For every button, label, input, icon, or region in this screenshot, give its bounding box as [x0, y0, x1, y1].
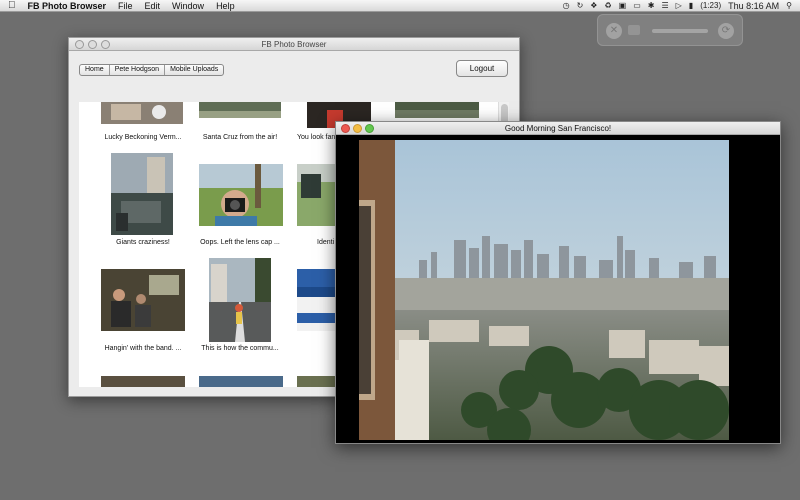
photo-caption: Lucky Beckoning Verm...: [104, 134, 182, 141]
display-icon[interactable]: ▭: [633, 0, 641, 12]
hud-slider-track[interactable]: [652, 29, 708, 33]
logout-button[interactable]: Logout: [456, 60, 508, 77]
photo-thumbnail[interactable]: [395, 102, 479, 118]
photo-thumbnail[interactable]: [199, 375, 283, 387]
sync-icon[interactable]: ↻: [577, 0, 584, 12]
hud-slider-knob[interactable]: [628, 25, 640, 35]
apple-menu-icon[interactable]: : [0, 0, 22, 12]
close-window-icon[interactable]: [75, 40, 84, 49]
photo-titlebar[interactable]: Good Morning San Francisco!: [336, 122, 780, 135]
photo-caption: Santa Cruz from the air!: [202, 134, 278, 141]
app-menu[interactable]: FB Photo Browser: [22, 0, 113, 12]
refresh-icon[interactable]: ⟳: [718, 23, 734, 39]
battery-time: (1:23): [700, 1, 722, 10]
browser-title: FB Photo Browser: [261, 40, 327, 49]
photo-thumbnail[interactable]: [297, 164, 337, 226]
breadcrumb-home[interactable]: Home: [80, 65, 110, 75]
volume-icon[interactable]: ▷: [676, 0, 682, 12]
menu-window[interactable]: Window: [166, 0, 210, 12]
browser-titlebar[interactable]: FB Photo Browser: [69, 38, 519, 51]
media-hud: ✕ ⟳: [597, 14, 743, 46]
photo-thumbnail[interactable]: [199, 102, 281, 118]
backup-icon[interactable]: ♻: [604, 0, 611, 12]
time-machine-icon[interactable]: ◷: [563, 0, 570, 12]
battery-icon[interactable]: ▮: [689, 0, 693, 12]
zoom-window-icon[interactable]: [101, 40, 110, 49]
photo-thumbnail[interactable]: [101, 269, 185, 331]
photo-thumbnail[interactable]: [199, 164, 283, 226]
close-icon[interactable]: ✕: [606, 23, 622, 39]
menu-file[interactable]: File: [112, 0, 139, 12]
breadcrumb-album[interactable]: Mobile Uploads: [165, 65, 223, 75]
menu-help[interactable]: Help: [210, 0, 241, 12]
photo-caption: This is how the commu...: [201, 345, 279, 352]
breadcrumb-user[interactable]: Pete Hodgson: [110, 65, 166, 75]
photo-thumbnail[interactable]: [101, 375, 185, 387]
dropbox-icon[interactable]: ❖: [590, 0, 597, 12]
photo-viewer-window: Good Morning San Francisco!: [335, 121, 781, 444]
photo-thumbnail[interactable]: [297, 269, 337, 331]
clock[interactable]: Thu 8:16 AM: [728, 0, 779, 12]
zoom-window-icon[interactable]: [365, 124, 374, 133]
bluetooth-icon[interactable]: ✱: [648, 0, 655, 12]
close-window-icon[interactable]: [341, 124, 350, 133]
photo-caption: Giants craziness!: [116, 239, 170, 246]
photo-thumbnail[interactable]: [297, 375, 337, 387]
photo-thumbnail[interactable]: [101, 102, 183, 124]
wifi-icon[interactable]: ☰: [661, 0, 668, 12]
photo-thumbnail[interactable]: [111, 153, 173, 235]
full-size-photo: [359, 140, 729, 440]
breadcrumb: Home Pete Hodgson Mobile Uploads: [79, 64, 225, 76]
spotlight-icon[interactable]: ⚲: [786, 0, 792, 12]
photo-caption: Hangin' with the band. ...: [104, 345, 182, 352]
lock-icon[interactable]: ▣: [619, 0, 627, 12]
menu-edit[interactable]: Edit: [139, 0, 167, 12]
photo-title: Good Morning San Francisco!: [504, 124, 612, 133]
photo-thumbnail[interactable]: [209, 258, 271, 342]
minimize-window-icon[interactable]: [88, 40, 97, 49]
minimize-window-icon[interactable]: [353, 124, 362, 133]
menu-bar:  FB Photo Browser File Edit Window Help…: [0, 0, 800, 12]
photo-caption: Oops. Left the lens cap ...: [200, 239, 280, 246]
